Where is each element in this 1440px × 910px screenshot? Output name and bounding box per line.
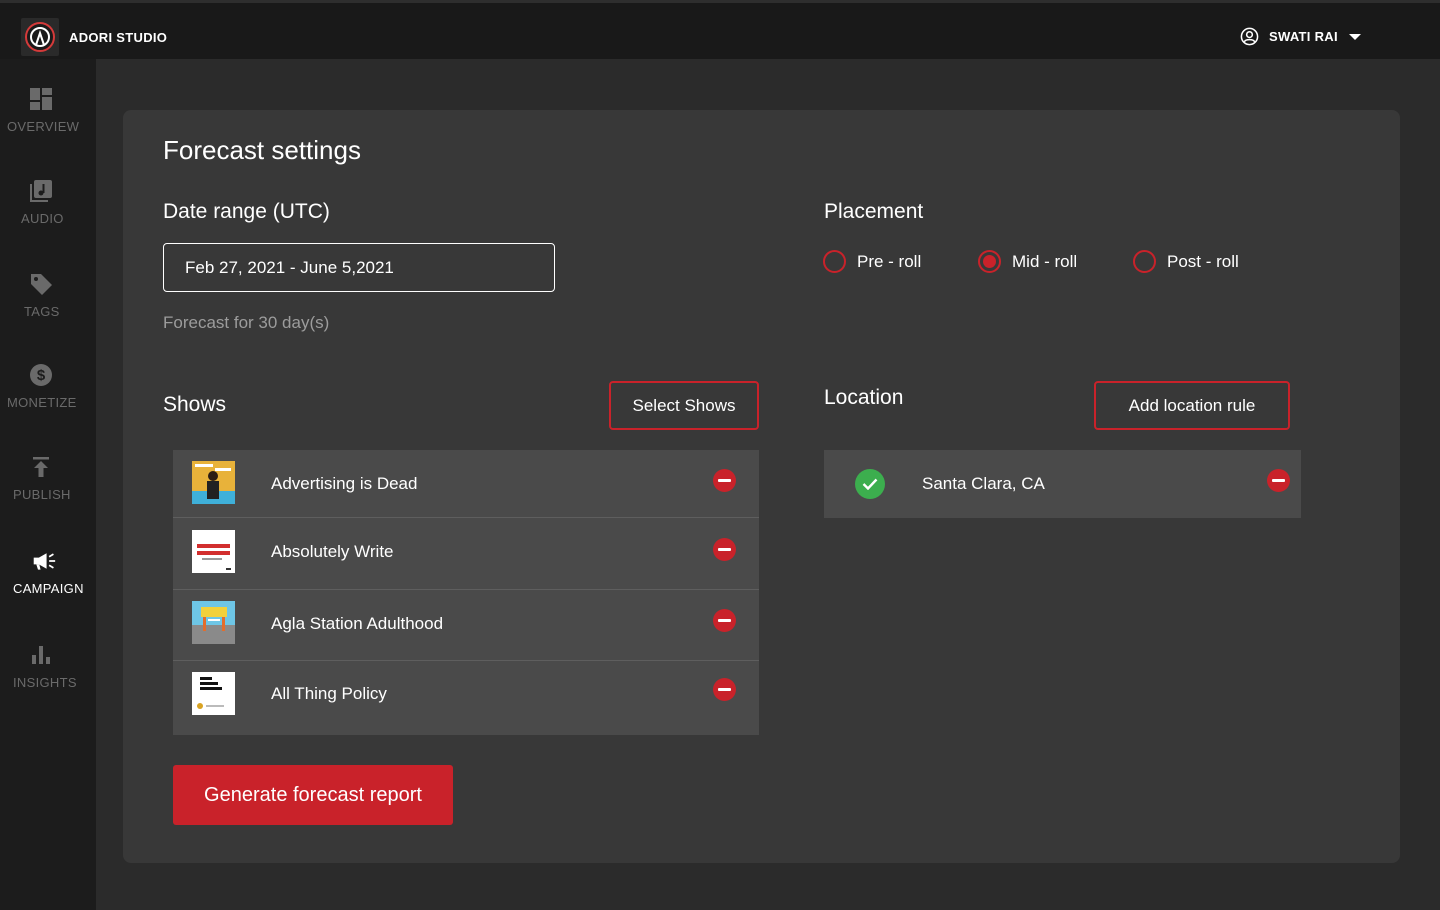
radio-button[interactable] [823, 250, 846, 273]
location-name: Santa Clara, CA [922, 474, 1045, 493]
shows-label: Shows [163, 393, 227, 416]
publish-icon [33, 457, 49, 477]
tag-icon [31, 274, 52, 295]
page-title: Forecast settings [163, 135, 361, 165]
sidebar-item-tags[interactable]: TAGS [0, 272, 96, 319]
add-location-rule-button[interactable]: Add location rule [1094, 381, 1290, 430]
remove-show-button[interactable] [713, 609, 736, 632]
date-range-value: Feb 27, 2021 - June 5,2021 [185, 257, 394, 277]
sidebar-item-label: OVERVIEW [7, 119, 80, 134]
bar-chart-icon [32, 646, 50, 664]
dollar-icon: $ [30, 364, 52, 386]
sidebar-item-label: PUBLISH [13, 487, 71, 502]
date-range-field[interactable]: Feb 27, 2021 - June 5,2021 [163, 243, 555, 292]
radio-post-roll[interactable]: Post - roll [1133, 250, 1239, 273]
forecast-settings-card: Forecast settings Date range (UTC) Feb 2… [123, 110, 1400, 863]
remove-show-button[interactable] [713, 678, 736, 701]
list-item: Absolutely Write [173, 517, 759, 589]
sidebar-item-insights[interactable]: INSIGHTS [0, 643, 96, 690]
show-name: All Thing Policy [271, 684, 387, 703]
user-menu[interactable]: SWATI RAI [1240, 27, 1362, 46]
radio-button-selected[interactable] [978, 250, 1001, 273]
show-name: Advertising is Dead [271, 474, 418, 493]
generate-forecast-report-button[interactable]: Generate forecast report [173, 765, 453, 825]
remove-show-button[interactable] [713, 469, 736, 492]
app-title: ADORI STUDIO [69, 30, 168, 45]
top-bar: ADORI STUDIO SWATI RAI [0, 0, 1440, 59]
show-artwork [192, 530, 235, 573]
sidebar-item-label: INSIGHTS [13, 675, 77, 690]
list-item: All Thing Policy [173, 660, 759, 735]
show-artwork [192, 601, 235, 644]
sidebar-item-publish[interactable]: PUBLISH [0, 455, 96, 502]
sidebar-item-campaign[interactable]: CAMPAIGN [0, 549, 96, 596]
radio-pre-roll[interactable]: Pre - roll [823, 250, 921, 273]
location-list: Santa Clara, CA [824, 450, 1301, 518]
sidebar: OVERVIEW AUDIO TAGS $ MONETIZE PUBLISH C… [0, 59, 96, 910]
remove-location-button[interactable] [1267, 469, 1290, 492]
sidebar-item-label: TAGS [24, 304, 60, 319]
adori-logo-icon [25, 22, 55, 52]
date-range-label: Date range (UTC) [163, 200, 330, 223]
select-shows-button[interactable]: Select Shows [609, 381, 759, 430]
sidebar-item-label: MONETIZE [7, 395, 77, 410]
list-item: Advertising is Dead [173, 450, 759, 517]
show-name: Absolutely Write [271, 542, 394, 561]
forecast-days-text: Forecast for 30 day(s) [163, 313, 330, 332]
radio-label: Post - roll [1167, 251, 1239, 271]
sidebar-item-monetize[interactable]: $ MONETIZE [0, 363, 96, 410]
location-label: Location [824, 386, 904, 409]
show-name: Agla Station Adulthood [271, 614, 444, 633]
placement-label: Placement [824, 200, 924, 223]
radio-label: Mid - roll [1012, 251, 1078, 271]
adori-logo[interactable] [21, 18, 59, 56]
sidebar-item-label: CAMPAIGN [13, 581, 84, 596]
megaphone-icon [33, 553, 56, 570]
show-artwork [192, 672, 235, 715]
sidebar-item-label: AUDIO [21, 211, 64, 226]
sidebar-item-overview[interactable]: OVERVIEW [0, 87, 96, 134]
svg-text:$: $ [37, 367, 46, 384]
radio-button[interactable] [1133, 250, 1156, 273]
user-name: SWATI RAI [1269, 29, 1338, 44]
audio-library-icon [30, 180, 52, 202]
dashboard-icon [30, 88, 52, 110]
chevron-down-icon [1348, 33, 1361, 40]
radio-mid-roll[interactable]: Mid - roll [978, 250, 1077, 273]
list-item: Agla Station Adulthood [173, 589, 759, 660]
remove-show-button[interactable] [713, 538, 736, 561]
shows-list: Advertising is Dead Absolutely Write Agl… [173, 450, 759, 735]
check-icon [855, 469, 885, 499]
sidebar-item-audio[interactable]: AUDIO [0, 179, 96, 226]
show-artwork [192, 461, 235, 504]
user-account-icon [1240, 27, 1259, 46]
radio-label: Pre - roll [857, 251, 922, 271]
